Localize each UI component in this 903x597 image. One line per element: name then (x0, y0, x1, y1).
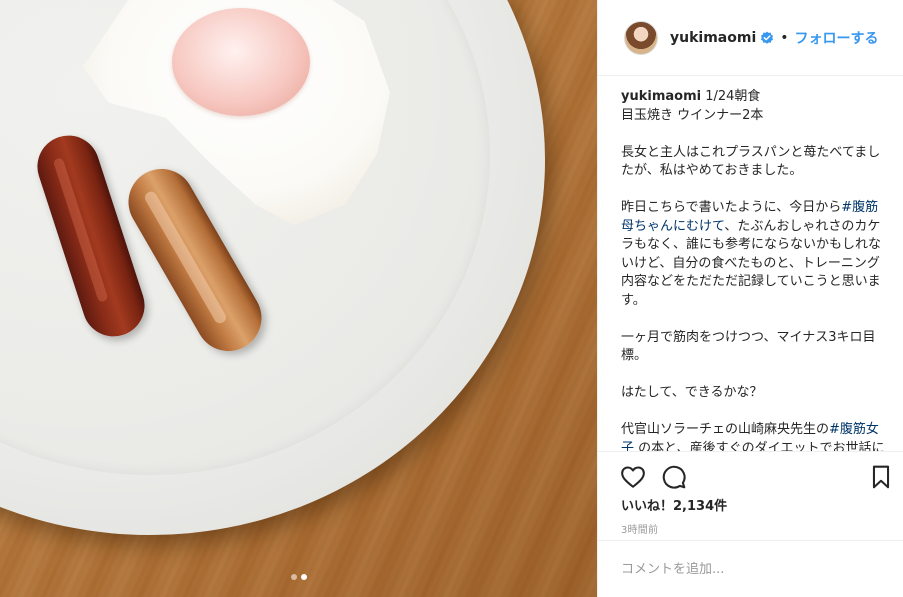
verified-badge-icon (761, 31, 774, 44)
post-photo[interactable] (0, 0, 597, 597)
carousel-dots (0, 574, 597, 580)
fried-egg-yolk (172, 8, 310, 116)
post-timestamp[interactable]: 3時間前 (621, 521, 658, 536)
bookmark-icon[interactable] (868, 464, 894, 490)
action-bar (598, 451, 903, 501)
follow-button[interactable]: フォローする (795, 28, 879, 48)
header-separator: • (780, 29, 789, 46)
caption-text-2: 、たぶんおしゃれさのカケラもなく、誰にも参考にならないかもしれないけど、自分の食… (621, 218, 882, 438)
post-header: yukimaomi • フォローする (598, 0, 903, 76)
caption-text-3: の本と、産後すぐのダイエットでお世話になったトレーナーさんの教えを参考に (638, 440, 885, 452)
likes-count[interactable]: いいね！2,134件 (621, 495, 727, 514)
carousel-dot-2-active[interactable] (300, 574, 307, 580)
post-side-panel: yukimaomi • フォローする yukimaomi 1/24朝食 目玉焼き… (597, 0, 903, 597)
heart-icon[interactable] (620, 464, 646, 490)
comment-input[interactable] (621, 558, 881, 580)
caption-username-link[interactable]: yukimaomi (621, 89, 701, 104)
comment-area (598, 540, 903, 597)
avatar[interactable] (624, 20, 658, 55)
carousel-dot-1[interactable] (290, 574, 297, 580)
comment-icon[interactable] (661, 464, 687, 490)
caption-text: 1/24朝食 目玉焼き ウインナー2本 長女と主人はこれプラスパンと苺たべてまし… (621, 89, 881, 215)
caption: yukimaomi 1/24朝食 目玉焼き ウインナー2本 長女と主人はこれプラ… (621, 88, 891, 451)
username-link[interactable]: yukimaomi (670, 30, 756, 46)
